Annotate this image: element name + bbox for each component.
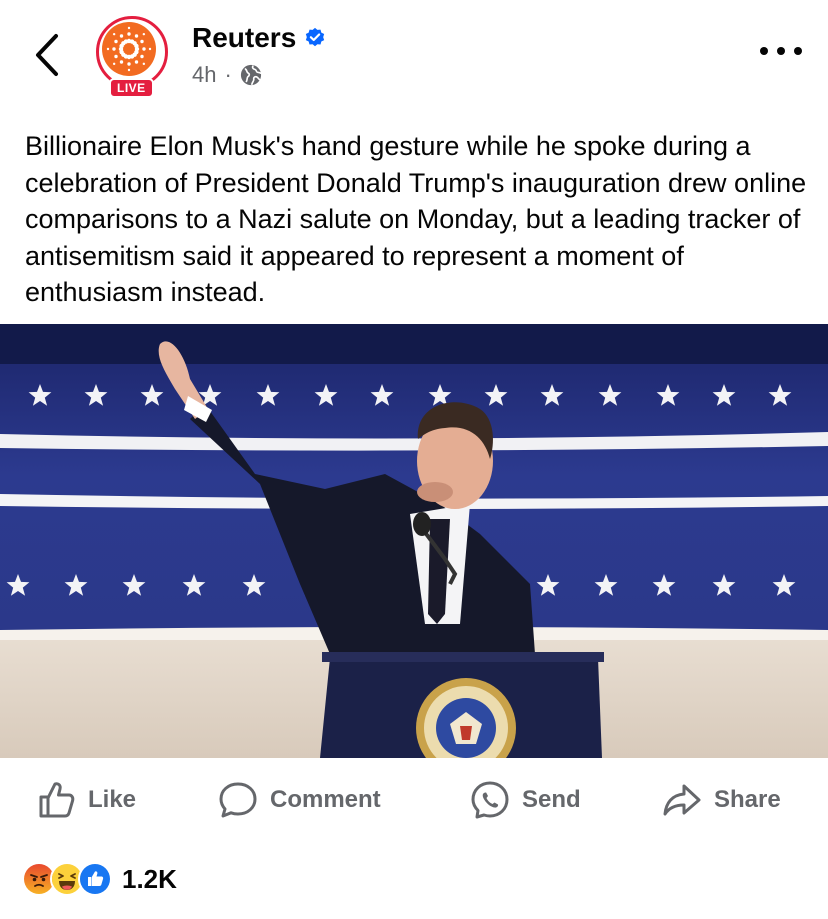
more-dot: [794, 47, 802, 55]
page-avatar[interactable]: LIVE: [96, 16, 170, 100]
post-actions: Like Comment Send Share: [0, 772, 828, 828]
logo-dot: [127, 26, 131, 30]
meta-separator: ·: [224, 62, 232, 87]
verified-badge-icon: [306, 27, 325, 47]
reaction-count: 1.2K: [122, 863, 177, 894]
post-photo[interactable]: [0, 324, 828, 758]
like-label: Like: [88, 786, 137, 813]
logo-dot: [140, 54, 144, 59]
like-button[interactable]: Like: [36, 772, 136, 828]
logo-dot: [112, 62, 116, 66]
logo-dot: [134, 43, 139, 49]
logo-dot: [140, 39, 144, 44]
comment-label: Comment: [270, 786, 381, 813]
more-dot: [760, 47, 768, 55]
more-dot: [777, 47, 785, 55]
page-name-row: Reuters: [192, 20, 326, 56]
reactions-summary[interactable]: 1.2K: [22, 860, 177, 898]
post-text: Billionaire Elon Musk's hand gesture whi…: [25, 131, 807, 307]
post-time[interactable]: 4h: [192, 62, 216, 88]
backdrop-top-shadow: [0, 324, 828, 364]
logo-dot: [112, 32, 116, 36]
logo-dot: [142, 32, 146, 36]
globe-icon: [240, 64, 262, 86]
logo-dot: [148, 47, 152, 51]
logo-dot: [134, 60, 139, 64]
post-meta: 4h ·: [192, 60, 262, 90]
podium-top: [322, 652, 604, 662]
page-name[interactable]: Reuters: [192, 22, 296, 54]
thumbs-up-icon: [39, 782, 75, 818]
send-label: Send: [522, 786, 581, 813]
send-button[interactable]: Send: [470, 772, 581, 828]
logo-dot: [112, 47, 116, 51]
comment-bubble-icon: [219, 782, 257, 818]
logo-dot: [127, 68, 131, 72]
post-header: LIVE Reuters 4h ·: [0, 0, 828, 118]
logo-dot: [119, 60, 124, 64]
back-button[interactable]: [30, 30, 66, 80]
chevron-left-icon: [36, 34, 58, 76]
logo-dot: [127, 32, 131, 36]
logo-dot: [114, 54, 118, 59]
share-button[interactable]: Share: [662, 772, 781, 828]
logo-dot: [119, 34, 124, 38]
logo-dot: [142, 62, 146, 66]
logo-dot: [127, 62, 131, 66]
logo-dot: [134, 34, 139, 38]
logo-dot: [142, 47, 146, 51]
photo-illustration: [0, 324, 828, 758]
more-options-button[interactable]: [760, 44, 802, 58]
comment-button[interactable]: Comment: [218, 772, 381, 828]
messenger-icon: [471, 781, 509, 819]
logo-dot: [106, 47, 110, 51]
share-arrow-icon: [663, 784, 701, 816]
reuters-logo: [102, 22, 156, 76]
like-reaction-icon: [78, 862, 112, 896]
share-label: Share: [714, 786, 781, 813]
logo-dot: [114, 39, 118, 44]
live-badge: LIVE: [109, 78, 154, 98]
